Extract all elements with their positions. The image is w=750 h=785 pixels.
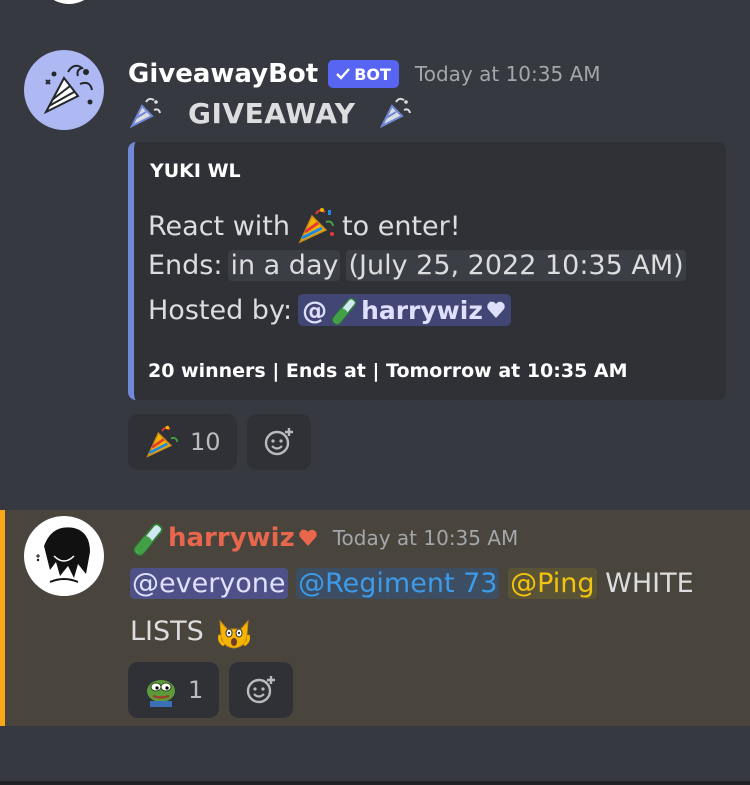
reaction-count: 1	[188, 676, 204, 704]
mention-at: @	[302, 295, 328, 325]
ends-relative-timestamp[interactable]: in a day	[228, 250, 341, 281]
message-text: WHITE	[605, 568, 694, 599]
reaction-pepe[interactable]: 1	[128, 662, 220, 718]
reaction-party-popper[interactable]: 10	[128, 414, 237, 470]
ends-line: Ends: in a day (July 25, 2022 10:35 AM)	[148, 250, 686, 281]
giveaway-embed: YUKI WL React with to enter! Ends: in a …	[128, 142, 726, 400]
reaction-count: 10	[190, 428, 221, 456]
bot-avatar[interactable]	[24, 50, 104, 130]
divider	[0, 781, 750, 785]
react-suffix: to enter!	[342, 210, 461, 242]
add-reaction-icon	[247, 676, 276, 704]
add-reaction-button[interactable]	[246, 414, 311, 470]
giveaway-message: GiveawayBot BOT Today at 10:35 AM GIVEAW…	[0, 40, 750, 480]
reactions-bar: 10	[128, 414, 311, 470]
ends-absolute-timestamp[interactable]: (July 25, 2022 10:35 AM)	[346, 250, 686, 281]
mention-role-regiment[interactable]: @Regiment 73	[296, 568, 500, 599]
party-popper-icon	[378, 96, 412, 130]
chat-view: GiveawayBot BOT Today at 10:35 AM GIVEAW…	[0, 0, 750, 785]
message-text-line2: LISTS	[130, 616, 204, 647]
embed-title: YUKI WL	[150, 160, 241, 182]
hosted-label: Hosted by:	[148, 294, 293, 326]
message-timestamp[interactable]: Today at 10:35 AM	[415, 62, 601, 86]
bot-tag-label: BOT	[354, 64, 391, 84]
checkmark-icon	[336, 68, 351, 80]
reactions-bar: 1	[128, 662, 294, 718]
test-tube-icon	[130, 520, 166, 556]
ends-label: Ends:	[148, 250, 223, 281]
add-reaction-icon	[264, 428, 293, 456]
add-reaction-button[interactable]	[229, 662, 294, 718]
react-instruction: React with to enter!	[148, 206, 461, 246]
mention-role-ping[interactable]: @Ping	[508, 568, 597, 599]
giveaway-heading: GIVEAWAY	[188, 96, 356, 130]
screaming-cat-icon	[216, 615, 252, 651]
mention-message: harrywiz Today at 10:35 AM @everyone @Re…	[0, 510, 750, 726]
heart-icon	[485, 299, 507, 321]
bot-tag: BOT	[328, 60, 399, 88]
hosted-line: Hosted by: @ harrywiz	[148, 294, 511, 326]
party-popper-emoji-icon	[144, 424, 180, 460]
host-name: harrywiz	[361, 295, 483, 325]
author-name[interactable]: GiveawayBot	[128, 59, 318, 89]
message-body: @everyone @Regiment 73 @Ping WHITE LISTS	[130, 560, 730, 656]
mention-everyone[interactable]: @everyone	[130, 568, 288, 599]
user-avatar[interactable]	[24, 516, 104, 596]
embed-footer: 20 winners | Ends at | Tomorrow at 10:35…	[148, 360, 628, 382]
message-timestamp[interactable]: Today at 10:35 AM	[333, 526, 519, 550]
author-name[interactable]: harrywiz	[168, 523, 295, 553]
party-popper-emoji-icon	[296, 206, 336, 246]
host-mention[interactable]: @ harrywiz	[298, 294, 511, 326]
party-popper-icon	[128, 96, 162, 130]
test-tube-icon	[329, 295, 359, 325]
previous-message-avatar[interactable]	[38, 0, 100, 4]
pepe-emoji-icon	[144, 673, 178, 707]
react-prefix: React with	[148, 210, 291, 242]
heart-icon	[297, 527, 319, 549]
